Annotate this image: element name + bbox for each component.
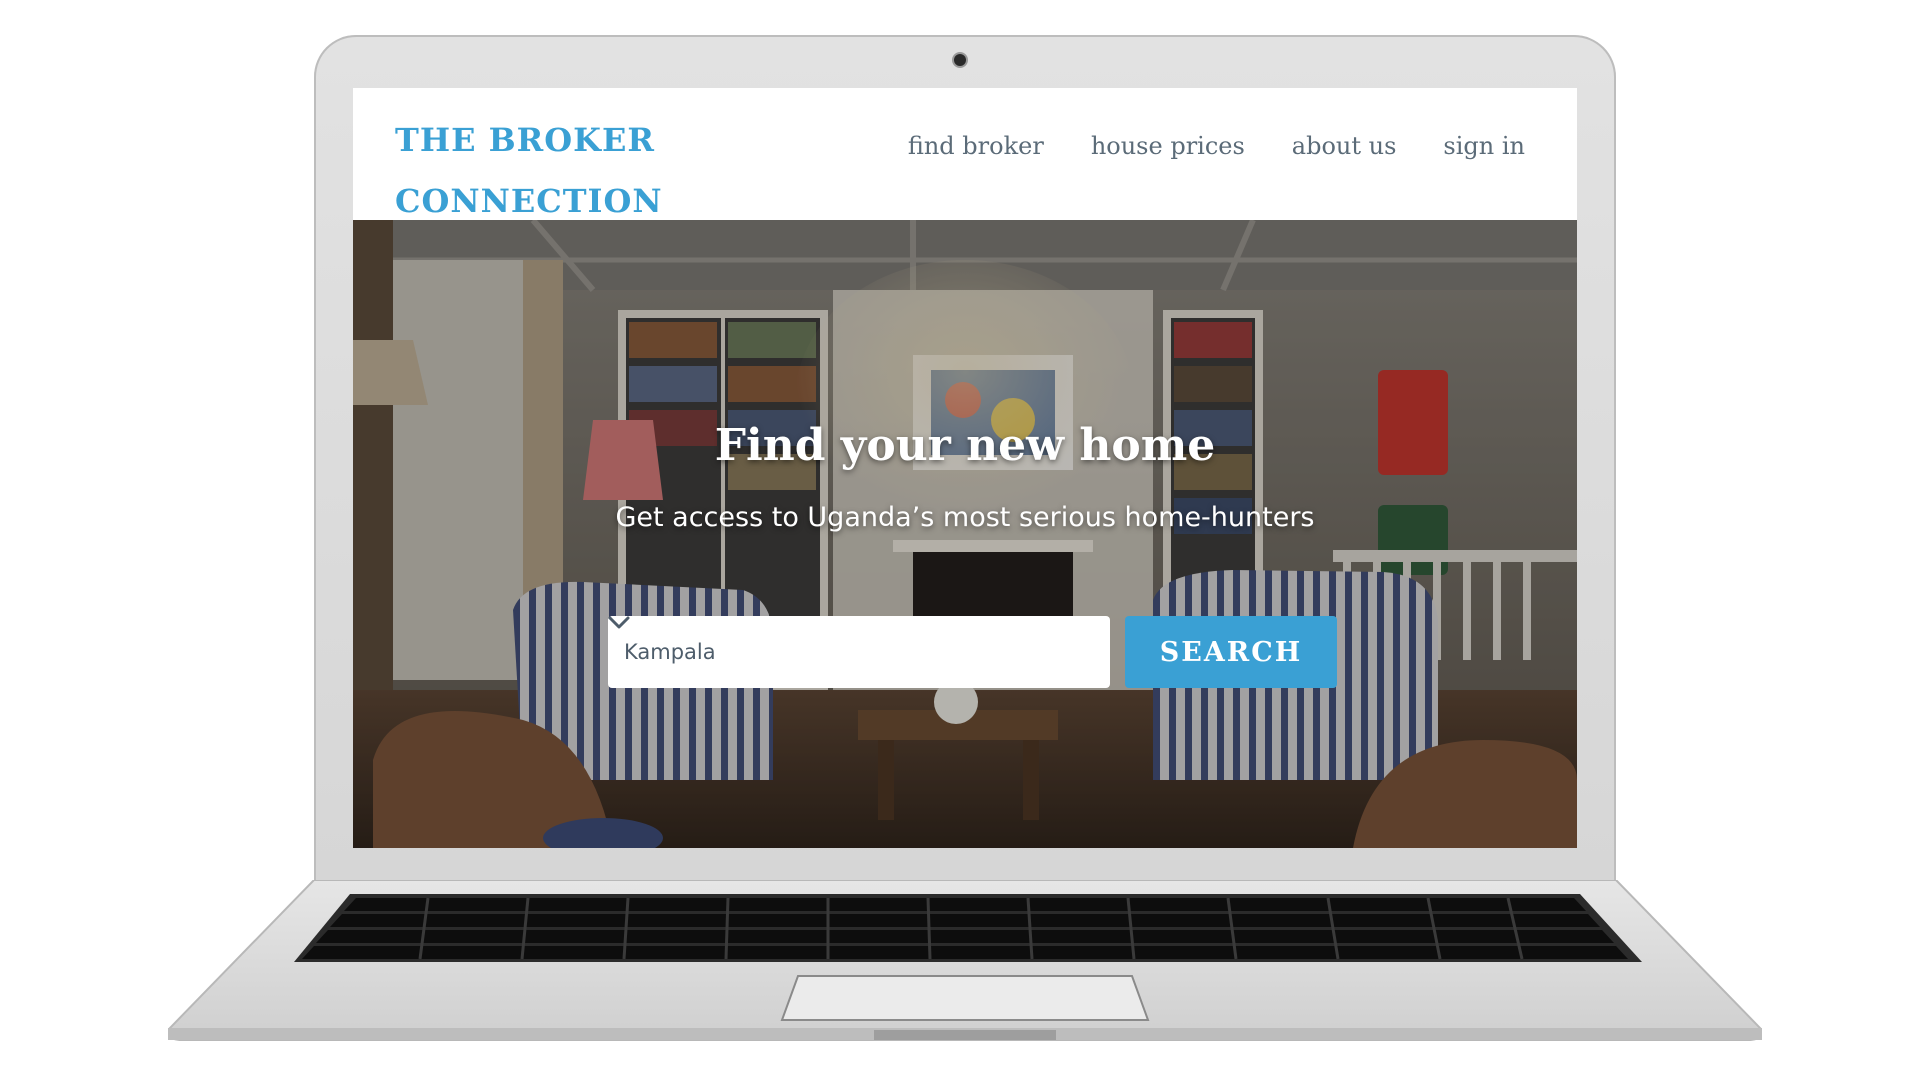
laptop-mockup: THE BROKER CONNECTION find broker house … bbox=[0, 0, 1920, 1080]
trackpad bbox=[780, 975, 1150, 1021]
location-select-value: Kampala bbox=[624, 640, 716, 664]
laptop-base bbox=[168, 880, 1762, 1041]
chevron-down-icon bbox=[608, 616, 630, 629]
nav-find-broker[interactable]: find broker bbox=[908, 132, 1044, 160]
search-bar: Kampala SEARCH bbox=[608, 616, 1337, 688]
hero-section: Find your new home Get access to Uganda’… bbox=[353, 220, 1577, 848]
location-select[interactable]: Kampala bbox=[608, 616, 1110, 688]
nav-house-prices[interactable]: house prices bbox=[1091, 132, 1245, 160]
laptop-screen: THE BROKER CONNECTION find broker house … bbox=[353, 88, 1577, 848]
nav-about-us[interactable]: about us bbox=[1292, 132, 1397, 160]
search-button[interactable]: SEARCH bbox=[1125, 616, 1337, 688]
site-header: THE BROKER CONNECTION find broker house … bbox=[353, 88, 1577, 220]
logo-line-1: THE BROKER bbox=[395, 121, 655, 159]
nav-sign-in[interactable]: sign in bbox=[1443, 132, 1525, 160]
hero-subtitle: Get access to Uganda’s most serious home… bbox=[615, 502, 1315, 533]
hero-title: Find your new home bbox=[714, 420, 1216, 471]
camera-icon bbox=[954, 54, 966, 66]
hero-overlay bbox=[353, 220, 1577, 848]
site-logo[interactable]: THE BROKER CONNECTION bbox=[395, 110, 662, 232]
main-nav: find broker house prices about us sign i… bbox=[908, 132, 1525, 160]
